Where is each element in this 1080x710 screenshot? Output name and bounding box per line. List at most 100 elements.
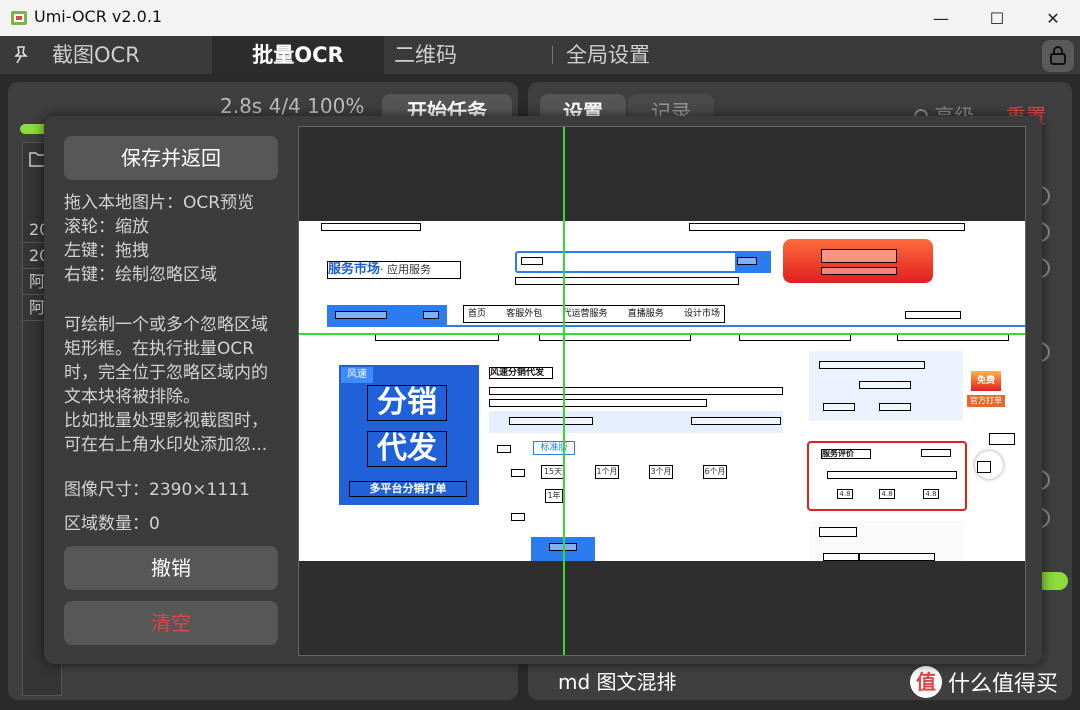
service-market-title: 服务市场 bbox=[328, 262, 381, 277]
ocr-box bbox=[859, 381, 911, 389]
ocr-box bbox=[821, 267, 897, 275]
app-icon bbox=[11, 11, 27, 25]
horizontal-guide-line bbox=[299, 333, 1025, 335]
tab-global-settings[interactable]: 全局设置 bbox=[566, 36, 650, 74]
ocr-box bbox=[521, 257, 543, 265]
desc-line: 可在右上角水印处添加忽... bbox=[64, 435, 268, 455]
ocr-box bbox=[335, 311, 387, 319]
ocr-box bbox=[823, 553, 859, 561]
region-count: 区域数量：0 bbox=[64, 514, 160, 534]
rating-title: 服务评价 bbox=[821, 449, 871, 459]
free-badge: 免费 bbox=[971, 371, 1001, 391]
rating-score: 4.8 bbox=[837, 489, 853, 499]
ocr-box bbox=[497, 445, 511, 453]
lock-icon bbox=[1050, 46, 1066, 65]
tab-batch-ocr[interactable]: 批量OCR bbox=[212, 36, 384, 74]
minimize-button[interactable]: — bbox=[918, 0, 964, 36]
period-option: 1个月 bbox=[595, 465, 619, 479]
nav-item: 直播服务 bbox=[627, 309, 664, 319]
ocr-box bbox=[859, 553, 935, 561]
watermark-logo: 值 bbox=[910, 666, 942, 698]
desc-line: 矩形框。在执行批量OCR bbox=[64, 339, 255, 359]
clear-button[interactable]: 清空 bbox=[64, 601, 278, 645]
maximize-button[interactable]: ☐ bbox=[974, 0, 1020, 36]
lock-button[interactable] bbox=[1042, 40, 1074, 72]
help-text: 拖入本地图片：OCR预览 滚轮：缩放 左键：拖拽 右键：绘制忽略区域 bbox=[64, 191, 278, 287]
nav-item: 客服外包 bbox=[506, 309, 543, 319]
search-box bbox=[515, 251, 771, 273]
pin-icon[interactable] bbox=[10, 44, 32, 66]
undo-button[interactable]: 撤销 bbox=[64, 546, 278, 590]
ocr-box bbox=[511, 513, 525, 521]
nav-underline bbox=[327, 325, 1025, 327]
nav-item: 设计市场 bbox=[683, 309, 720, 319]
help-line: 拖入本地图片：OCR预览 bbox=[64, 193, 255, 213]
tab-bar: 截图OCR 批量OCR 二维码 全局设置 bbox=[0, 36, 1080, 74]
product-title: 风速分销代发 bbox=[489, 367, 553, 379]
ocr-box bbox=[879, 403, 911, 411]
banner-footer: 多平台分销打单 bbox=[349, 481, 467, 497]
layout-option-label[interactable]: md 图文混排 bbox=[558, 666, 677, 695]
ocr-box bbox=[489, 399, 707, 407]
nav-item: 代运营服务 bbox=[562, 309, 608, 319]
ocr-box bbox=[819, 361, 925, 369]
preview-screenshot: 服务市场· 应用服务 首页 客服外包 代运营服务 直播服务 设计市场 风速 分销… bbox=[299, 221, 1025, 561]
tab-qrcode[interactable]: 二维码 bbox=[394, 36, 457, 74]
period-option: 3个月 bbox=[649, 465, 673, 479]
tab-separator bbox=[552, 46, 553, 64]
edition-option: 标准版 bbox=[533, 441, 575, 455]
ocr-box bbox=[977, 461, 991, 473]
rating-score: 4.8 bbox=[879, 489, 895, 499]
desc-line: 时，完全位于忽略区域内的 bbox=[64, 363, 268, 383]
ocr-box bbox=[691, 417, 781, 425]
ocr-box bbox=[321, 223, 421, 231]
ocr-box bbox=[827, 471, 957, 479]
ocr-box bbox=[511, 469, 525, 477]
watermark: 值 什么值得买 bbox=[910, 666, 1058, 698]
rating-score: 4.8 bbox=[923, 489, 939, 499]
desc-line: 可绘制一个或多个忽略区域 bbox=[64, 315, 268, 335]
ocr-box bbox=[905, 311, 961, 319]
ocr-box bbox=[819, 527, 857, 537]
close-button[interactable]: ✕ bbox=[1030, 0, 1076, 36]
ocr-box: 首页 客服外包 代运营服务 直播服务 设计市场 bbox=[463, 305, 725, 323]
period-option: 15天 bbox=[541, 465, 565, 479]
tab-screenshot-ocr[interactable]: 截图OCR bbox=[52, 36, 140, 74]
ocr-box bbox=[509, 417, 593, 425]
task-stats: 2.8s 4/4 100% bbox=[220, 94, 364, 118]
ocr-box bbox=[689, 223, 965, 231]
period-option: 1年 bbox=[545, 489, 563, 503]
banner-tag: 风速 bbox=[341, 367, 373, 383]
banner-line: 代发 bbox=[367, 431, 447, 467]
image-preview[interactable]: 服务市场· 应用服务 首页 客服外包 代运营服务 直播服务 设计市场 风速 分销… bbox=[298, 126, 1026, 656]
vertical-guide-line bbox=[563, 127, 565, 655]
desc-line: 比如批量处理影视截图时， bbox=[64, 411, 268, 431]
official-badge: 官方打单 bbox=[967, 395, 1005, 407]
help-line: 左键：拖拽 bbox=[64, 241, 149, 261]
ocr-box bbox=[737, 257, 757, 265]
ocr-box bbox=[489, 387, 783, 395]
ocr-box bbox=[515, 277, 739, 285]
ocr-box bbox=[823, 403, 855, 411]
progress-percent: 100% bbox=[307, 94, 365, 118]
image-size: 图像尺寸：2390×1111 bbox=[64, 480, 250, 500]
save-and-return-button[interactable]: 保存并返回 bbox=[64, 136, 278, 180]
ocr-box bbox=[423, 311, 439, 319]
help-line: 滚轮：缩放 bbox=[64, 217, 149, 237]
help-line: 右键：绘制忽略区域 bbox=[64, 265, 217, 285]
ocr-box bbox=[921, 449, 951, 457]
banner-line: 分销 bbox=[367, 385, 447, 421]
service-market-sub: · 应用服务 bbox=[380, 263, 432, 276]
description-text: 可绘制一个或多个忽略区域 矩形框。在执行批量OCR 时，完全位于忽略区域内的 文… bbox=[64, 313, 278, 457]
window-title: Umi-OCR v2.0.1 bbox=[34, 7, 163, 26]
title-bar: Umi-OCR v2.0.1 — ☐ ✕ bbox=[0, 0, 1080, 36]
desc-line: 文本块将被排除。 bbox=[64, 387, 200, 407]
ocr-box bbox=[821, 249, 897, 263]
elapsed-time: 2.8s bbox=[220, 94, 263, 118]
period-option: 6个月 bbox=[703, 465, 727, 479]
ocr-box: 服务市场· 应用服务 bbox=[327, 261, 461, 279]
ocr-box bbox=[989, 433, 1015, 445]
file-count: 4/4 bbox=[268, 94, 301, 118]
nav-item: 首页 bbox=[468, 309, 487, 319]
watermark-text: 什么值得买 bbox=[948, 672, 1059, 697]
